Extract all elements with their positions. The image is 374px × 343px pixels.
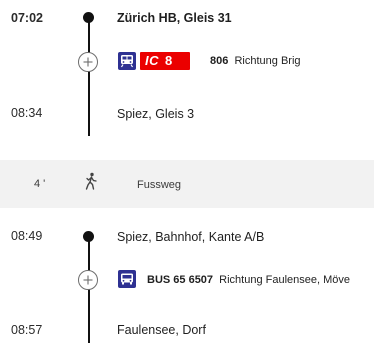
leg2-direction-text: BUS 65 6507 Richtung Faulensee, Möve	[147, 274, 350, 286]
line-number: 8	[165, 53, 173, 68]
leg2-arrival-stop: Faulensee, Dorf	[117, 323, 206, 337]
leg1-departure-stop: Zürich HB, Gleis 31	[117, 11, 232, 25]
leg1-direction: Richtung Brig	[234, 55, 301, 67]
train-number: 806	[210, 55, 229, 67]
leg1-arrival-time: 08:34	[11, 106, 43, 120]
leg1-direction-text: 806 Richtung Brig	[210, 55, 301, 67]
leg2-expand-button[interactable]	[78, 270, 98, 290]
leg1-route-line	[88, 18, 90, 136]
leg1-expand-button[interactable]	[78, 52, 98, 72]
plus-icon	[83, 275, 93, 285]
leg2-arrival-time: 08:57	[11, 323, 43, 337]
leg2-route-line	[88, 237, 90, 343]
leg2-departure-time: 08:49	[11, 229, 43, 243]
walking-person-icon	[84, 172, 98, 190]
transfer-mode: Fussweg	[137, 179, 182, 191]
ic-line-badge: IC 8	[140, 52, 190, 70]
transfer-row	[0, 160, 374, 208]
leg1-departure-time: 07:02	[11, 11, 43, 25]
bus-icon	[118, 270, 136, 288]
leg2-direction: Richtung Faulensee, Möve	[219, 274, 351, 286]
leg2-departure-stop: Spiez, Bahnhof, Kante A/B	[117, 230, 265, 244]
train-icon	[118, 52, 136, 70]
leg1-arrival-stop: Spiez, Gleis 3	[117, 107, 195, 121]
transfer-duration: 4 '	[34, 178, 46, 190]
bus-line-label: BUS 65 6507	[147, 274, 214, 286]
product-label: IC	[145, 53, 159, 68]
plus-icon	[83, 57, 93, 67]
